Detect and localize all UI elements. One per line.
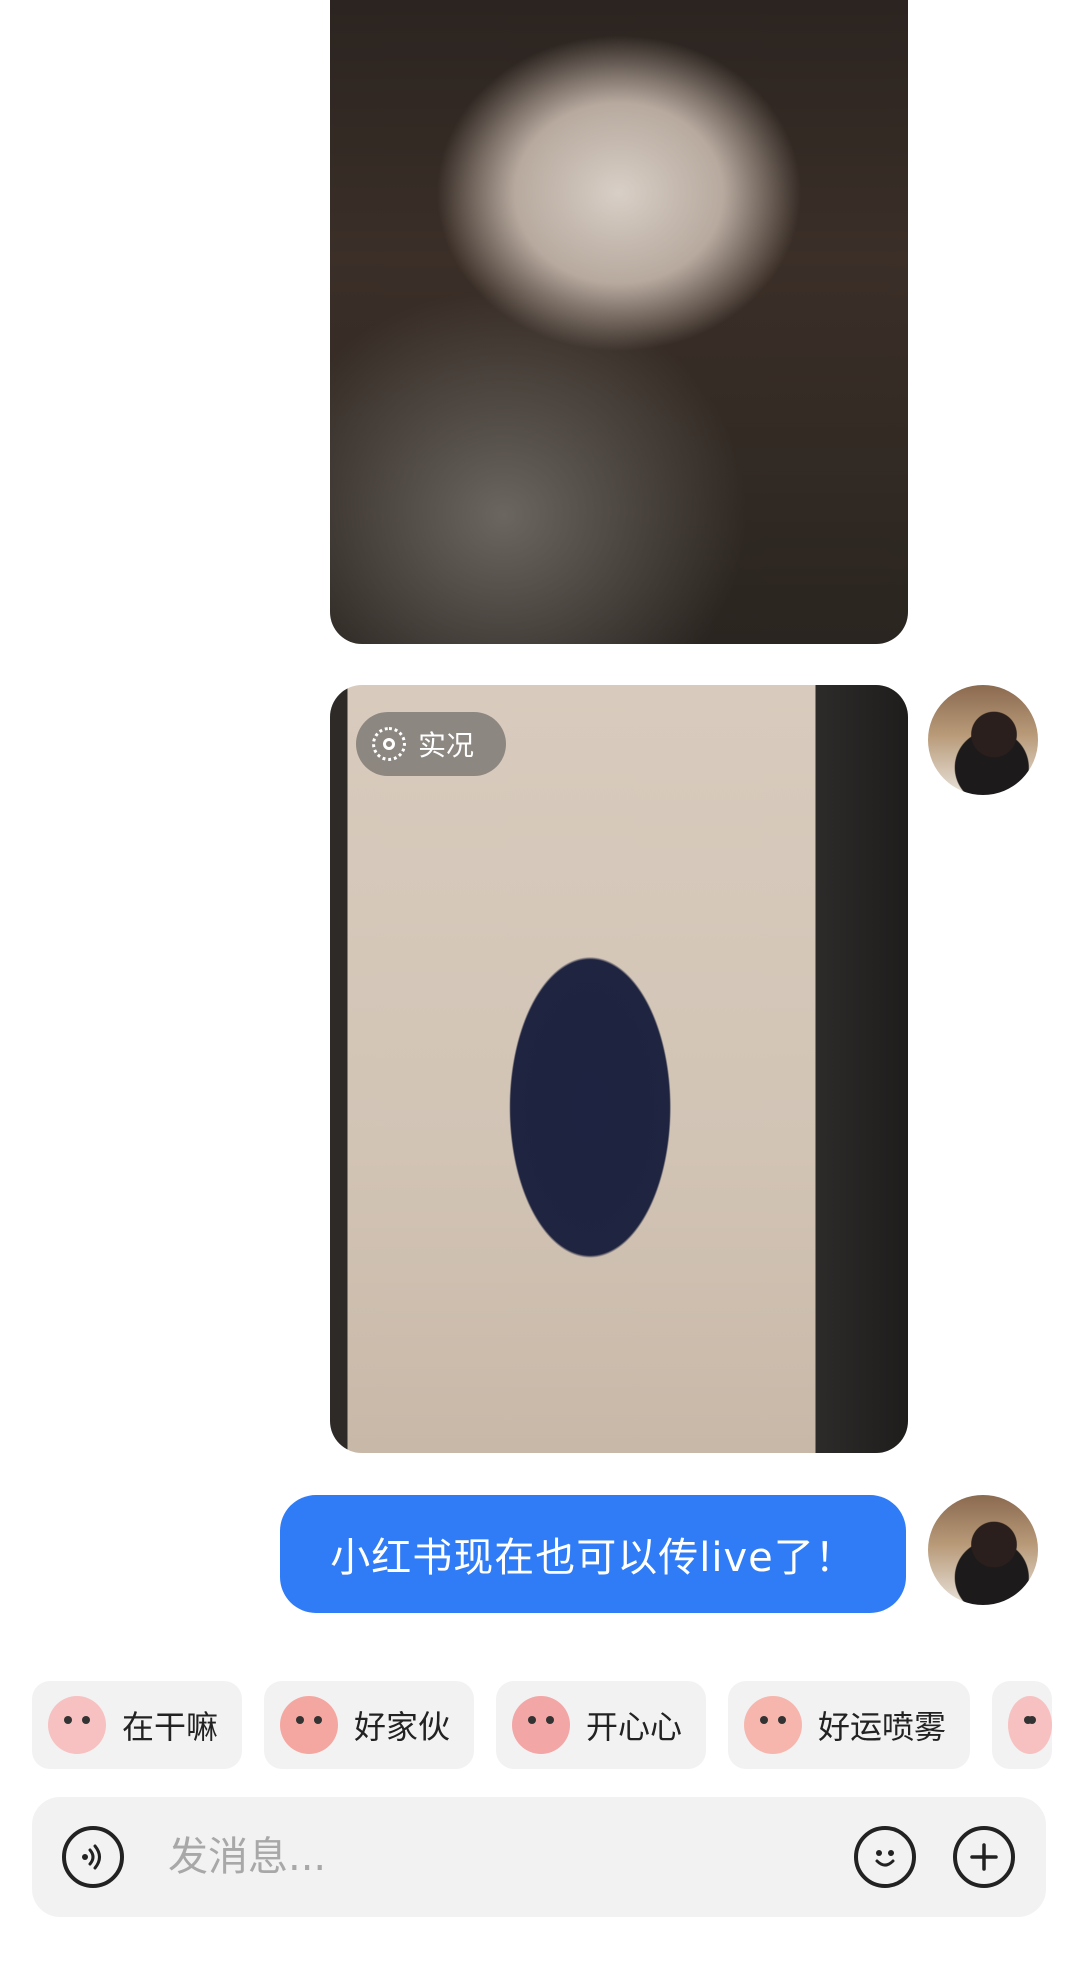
avatar[interactable]	[928, 1495, 1038, 1605]
message-composer: 发消息...	[32, 1797, 1046, 1917]
mascot-icon	[1008, 1696, 1053, 1754]
quick-reply-chip[interactable]: 开心心	[496, 1681, 707, 1769]
live-badge-label: 实况	[418, 729, 475, 762]
message-input[interactable]: 发消息...	[168, 1797, 326, 1917]
quick-reply-label: 好家伙	[354, 1708, 451, 1746]
text-message-bubble[interactable]: 小红书现在也可以传live了！	[280, 1495, 906, 1613]
quick-reply-label: 在干嘛	[122, 1708, 219, 1746]
live-photo-message[interactable]: 实况	[330, 685, 908, 1453]
quick-reply-bar: 在干嘛 好家伙 开心心 好运喷雾	[32, 1681, 1053, 1769]
quick-reply-chip[interactable]: 好运喷雾	[728, 1681, 971, 1769]
voice-icon[interactable]	[62, 1826, 124, 1888]
quick-reply-label: 开心心	[586, 1708, 683, 1746]
quick-reply-chip[interactable]: 在干嘛	[32, 1681, 243, 1769]
avatar[interactable]	[928, 685, 1038, 795]
live-photo-badge: 实况	[356, 712, 506, 776]
quick-reply-label: 好运喷雾	[818, 1708, 947, 1746]
surprised-mascot-icon	[280, 1696, 339, 1754]
magnifier-mascot-icon	[48, 1696, 106, 1754]
photo-message-previous[interactable]	[330, 0, 908, 644]
heart-mascot-icon	[512, 1696, 571, 1754]
message-text: 小红书现在也可以传live了！	[330, 1535, 856, 1581]
emoji-icon[interactable]	[854, 1826, 916, 1888]
plus-icon[interactable]	[953, 1826, 1015, 1888]
quick-reply-chip[interactable]: 好家伙	[264, 1681, 475, 1769]
spray-mascot-icon	[744, 1696, 803, 1754]
quick-reply-chip-partial[interactable]	[992, 1681, 1053, 1769]
live-photo-icon	[372, 727, 406, 761]
